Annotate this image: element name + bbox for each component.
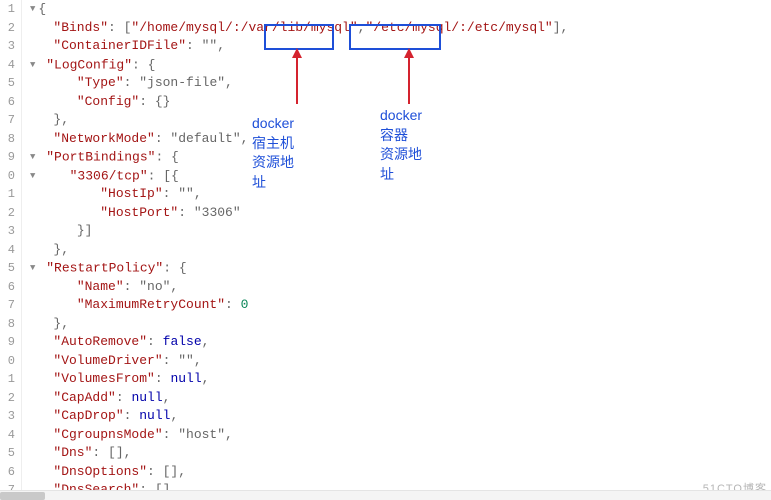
line-number: 7 xyxy=(0,296,15,315)
fold-icon[interactable]: ▼ xyxy=(30,167,35,186)
line-number: 4 xyxy=(0,241,15,260)
json-key: "DnsOptions" xyxy=(53,464,147,479)
line-number: 3 xyxy=(0,37,15,56)
line-number: 0 xyxy=(0,352,15,371)
line-number: 1 xyxy=(0,0,15,19)
json-key: "ContainerIDFile" xyxy=(53,38,186,53)
json-key: "PortBindings" xyxy=(46,150,155,165)
json-key: "3306/tcp" xyxy=(70,168,148,183)
json-key: "HostIp" xyxy=(100,186,162,201)
line-number: 6 xyxy=(0,93,15,112)
line-number: 1 xyxy=(0,370,15,389)
json-key: "RestartPolicy" xyxy=(46,261,163,276)
line-number: 1 xyxy=(0,185,15,204)
line-number: 4 xyxy=(0,426,15,445)
json-key: "Dns" xyxy=(53,445,92,460)
fold-icon[interactable]: ▼ xyxy=(30,148,35,167)
line-number: 2 xyxy=(0,389,15,408)
json-key: "Name" xyxy=(77,279,124,294)
json-key: "VolumesFrom" xyxy=(53,371,154,386)
horizontal-scrollbar[interactable] xyxy=(0,490,771,500)
json-key: "LogConfig" xyxy=(46,57,132,72)
line-number: 5 xyxy=(0,74,15,93)
line-number: 9 xyxy=(0,148,15,167)
line-number: 6 xyxy=(0,278,15,297)
line-number: 5 xyxy=(0,259,15,278)
line-number: 3 xyxy=(0,407,15,426)
json-key: "HostPort" xyxy=(100,205,178,220)
line-number-gutter: 1 2 3 4 5 6 7 8 9 0 1 2 3 4 5 6 7 8 9 0 … xyxy=(0,0,22,500)
line-number: 0 xyxy=(0,167,15,186)
line-number: 4 xyxy=(0,56,15,75)
json-key: "MaximumRetryCount" xyxy=(77,297,225,312)
json-key: "Config" xyxy=(77,94,139,109)
json-key: "Type" xyxy=(77,75,124,90)
fold-icon[interactable]: ▼ xyxy=(30,56,35,75)
fold-icon[interactable]: ▼ xyxy=(30,0,35,19)
code-editor: 1 2 3 4 5 6 7 8 9 0 1 2 3 4 5 6 7 8 9 0 … xyxy=(0,0,771,500)
json-key: "AutoRemove" xyxy=(53,334,147,349)
json-key: "CapAdd" xyxy=(53,390,115,405)
line-number: 2 xyxy=(0,204,15,223)
line-number: 8 xyxy=(0,315,15,334)
json-key: "NetworkMode" xyxy=(53,131,154,146)
json-key: "CgroupnsMode" xyxy=(53,427,162,442)
line-number: 6 xyxy=(0,463,15,482)
line-number: 3 xyxy=(0,222,15,241)
line-number: 9 xyxy=(0,333,15,352)
line-number: 5 xyxy=(0,444,15,463)
fold-icon[interactable]: ▼ xyxy=(30,259,35,278)
json-key: "CapDrop" xyxy=(53,408,123,423)
json-key: "VolumeDriver" xyxy=(53,353,162,368)
line-number: 8 xyxy=(0,130,15,149)
code-area[interactable]: ▼{ "Binds": ["/home/mysql/:/var/lib/mysq… xyxy=(22,0,771,500)
brace-open: { xyxy=(38,2,46,17)
json-key: "Binds" xyxy=(53,20,108,35)
line-number: 2 xyxy=(0,19,15,38)
line-number: 7 xyxy=(0,111,15,130)
scrollbar-thumb[interactable] xyxy=(0,492,45,500)
